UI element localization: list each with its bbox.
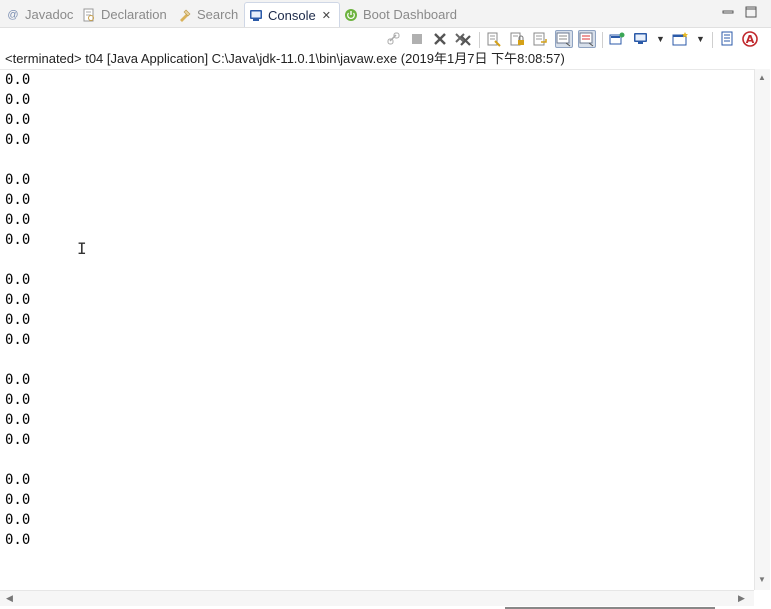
console-line: 0.0 [5,232,31,248]
console-toolbar: ▼ ▼ A [0,28,771,50]
console-icon [249,8,263,22]
console-line: 0.0 [5,332,31,348]
svg-text:A: A [746,33,755,46]
console-line: 0.0 [5,292,31,308]
console-line: 0.0 [5,432,31,448]
tab-boot-dashboard[interactable]: Boot Dashboard [344,3,457,26]
maximize-icon[interactable] [744,5,758,19]
close-icon[interactable]: ✕ [322,9,331,22]
console-line: 0.0 [5,72,31,88]
console-line: 0.0 [5,172,31,188]
show-on-stdout-icon[interactable] [555,30,573,48]
console-line: 0.0 [5,212,31,228]
console-line: 0.0 [5,92,31,108]
console-line: 0.0 [5,392,31,408]
console-line: 0.0 [5,472,31,488]
toolbar-separator [479,32,480,48]
scroll-down-icon[interactable]: ▼ [758,575,766,584]
terminate-icon[interactable] [408,30,426,48]
console-line: 0.0 [5,532,31,548]
remove-all-icon[interactable] [454,30,472,48]
tab-label: Search [197,7,239,22]
tab-label: Declaration [101,7,167,22]
console-line: 0.0 [5,272,31,288]
console-line: 0.0 [5,112,31,128]
word-wrap-icon[interactable] [531,30,549,48]
show-on-stderr-icon[interactable] [578,30,596,48]
flashlight-icon [178,8,192,22]
tab-declaration[interactable]: Declaration [82,3,167,26]
launch-status: <terminated> t04 [Java Application] C:\J… [5,51,565,66]
tab-label: Javadoc [25,7,74,22]
display-console-icon[interactable] [632,30,650,48]
chevron-down-icon[interactable]: ▼ [696,34,705,44]
console-line: 0.0 [5,312,31,328]
console-output[interactable]: 0.0 0.0 0.0 0.0 0.0 0.0 0.0 0.0 0.0 0.0 … [0,69,754,590]
power-icon [344,8,358,22]
copy-icon[interactable] [719,30,737,48]
view-tab-bar: @ Javadoc Declaration Search Console ✕ B… [0,0,771,28]
text-cursor-icon: I [77,239,87,258]
scroll-left-icon[interactable]: ◀ [6,593,13,604]
tab-label: Console [268,7,316,23]
spell-icon[interactable]: A [741,30,759,48]
scroll-up-icon[interactable]: ▲ [758,73,766,82]
link-icon[interactable] [385,30,403,48]
tab-javadoc[interactable]: @ Javadoc [6,3,73,26]
minimize-icon[interactable] [721,5,735,19]
tab-console[interactable]: Console ✕ [244,2,340,27]
scroll-right-icon[interactable]: ▶ [738,593,745,604]
at-icon: @ [7,8,19,21]
vertical-scrollbar[interactable]: ▲ ▼ [754,69,770,590]
tab-label: Boot Dashboard [363,7,457,22]
console-line: 0.0 [5,372,31,388]
toolbar-separator [712,32,713,48]
declaration-icon [82,8,96,22]
chevron-down-icon[interactable]: ▼ [656,34,665,44]
console-line: 0.0 [5,492,31,508]
horizontal-scrollbar[interactable]: ◀ ▶ [0,590,754,606]
console-line: 0.0 [5,512,31,528]
clear-console-icon[interactable] [485,30,503,48]
toolbar-separator [602,32,603,48]
remove-launch-icon[interactable] [431,30,449,48]
scroll-lock-icon[interactable] [508,30,526,48]
console-line: 0.0 [5,132,31,148]
console-line: 0.0 [5,412,31,428]
pin-console-icon[interactable] [608,30,626,48]
tab-search[interactable]: Search [178,3,238,26]
open-console-icon[interactable] [672,30,690,48]
console-line: 0.0 [5,192,31,208]
